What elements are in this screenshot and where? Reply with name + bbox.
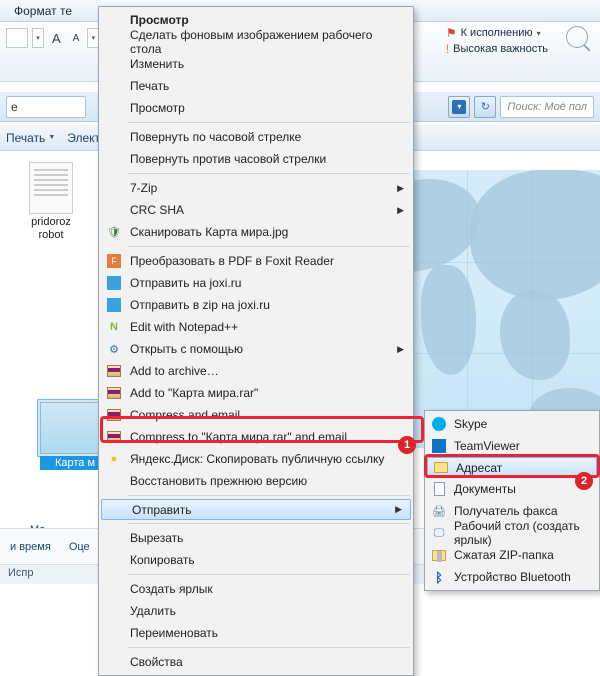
map-preview <box>401 170 600 448</box>
ctx-7zip[interactable]: 7-Zip▶ <box>100 177 412 199</box>
ctx-restore[interactable]: Восстановить прежнюю версию <box>100 470 412 492</box>
menu-format-text[interactable]: Формат те <box>6 2 80 20</box>
ctx-add-rar[interactable]: Add to "Карта мира.rar" <box>100 382 412 404</box>
sendto-teamviewer[interactable]: TeamViewer <box>426 435 598 457</box>
annotation-badge-1: 1 <box>398 436 416 454</box>
foxit-icon: F <box>106 253 122 269</box>
font-selector[interactable] <box>6 28 28 48</box>
desktop-icon: 🖵 <box>431 525 447 541</box>
ctx-shortcut[interactable]: Создать ярлык <box>100 578 412 600</box>
sendto-bluetooth[interactable]: ᛒУстройство Bluetooth <box>426 566 598 588</box>
notepadpp-icon: N <box>106 319 122 335</box>
sendto-submenu: Skype TeamViewer Адресат Документы 🖨Полу… <box>424 410 600 591</box>
ctx-crc[interactable]: CRC SHA▶ <box>100 199 412 221</box>
ctx-add-archive[interactable]: Add to archive… <box>100 360 412 382</box>
ctx-compress-rar-email[interactable]: Compress to "Карта мира.rar" and email <box>100 426 412 448</box>
bluetooth-icon: ᛒ <box>431 569 447 585</box>
toolbar-print[interactable]: Печать ▼ <box>6 131 55 145</box>
search-input[interactable]: Поиск: Моё пол <box>500 96 594 118</box>
importance-icon: ! <box>446 42 449 56</box>
ctx-delete[interactable]: Удалить <box>100 600 412 622</box>
ctx-scan[interactable]: 🛡Сканировать Карта мира.jpg <box>100 221 412 243</box>
ctx-openwith[interactable]: ⚙Открыть с помощью▶ <box>100 338 412 360</box>
winrar-icon <box>106 385 122 401</box>
shield-icon: 🛡 <box>106 224 122 240</box>
submenu-arrow-icon: ▶ <box>397 183 404 194</box>
ctx-compress-email[interactable]: Compress and email… <box>100 404 412 426</box>
joxi-icon <box>106 297 122 313</box>
ctx-rename[interactable]: Переименовать <box>100 622 412 644</box>
breadcrumb[interactable]: е <box>6 96 86 118</box>
context-menu: Просмотр Сделать фоновым изображением ра… <box>98 6 414 676</box>
gear-icon: ⚙ <box>106 341 122 357</box>
ctx-rotate-cw[interactable]: Повернуть по часовой стрелке <box>100 126 412 148</box>
submenu-arrow-icon: ▶ <box>397 344 404 355</box>
documents-icon <box>431 481 447 497</box>
file-label-doc: pridorozrobot <box>6 216 96 242</box>
annotation-badge-2: 2 <box>575 472 593 490</box>
ctx-joxi[interactable]: Отправить на joxi.ru <box>100 272 412 294</box>
ctx-foxit[interactable]: FПреобразовать в PDF в Foxit Reader <box>100 250 412 272</box>
sendto-zip[interactable]: Сжатая ZIP-папка <box>426 544 598 566</box>
font-dropdown[interactable]: ▾ <box>32 28 44 48</box>
ctx-print[interactable]: Печать <box>100 75 412 97</box>
ctx-edit[interactable]: Изменить <box>100 53 412 75</box>
teamviewer-icon <box>431 438 447 454</box>
high-importance[interactable]: !Высокая важность <box>446 42 548 56</box>
ctx-rotate-ccw[interactable]: Повернуть против часовой стрелки <box>100 148 412 170</box>
sendto-recipient[interactable]: Адресат <box>427 457 597 478</box>
font-size-decrease[interactable]: A <box>69 33 84 44</box>
mail-recipient-icon <box>433 460 449 476</box>
ctx-send-to[interactable]: Отправить▶ <box>101 499 411 520</box>
joxi-icon <box>106 275 122 291</box>
toolbar-email[interactable]: Элект <box>67 131 100 145</box>
flag-icon: ⚑ <box>446 26 457 40</box>
file-thumb-doc[interactable] <box>29 162 73 214</box>
sendto-skype[interactable]: Skype <box>426 413 598 435</box>
submenu-arrow-icon: ▶ <box>395 504 402 515</box>
yandex-disk-icon: ● <box>106 451 122 467</box>
font-size-increase[interactable]: A <box>48 31 65 46</box>
winrar-icon <box>106 363 122 379</box>
winrar-icon <box>106 407 122 423</box>
history-dropdown[interactable]: ▾ <box>448 96 470 118</box>
followup-flag[interactable]: ⚑К исполнению▾ <box>446 26 548 40</box>
ctx-notepadpp[interactable]: NEdit with Notepad++ <box>100 316 412 338</box>
fax-icon: 🖨 <box>431 503 447 519</box>
ctx-cut[interactable]: Вырезать <box>100 527 412 549</box>
ctx-yandex[interactable]: ●Яндекс.Диск: Скопировать публичную ссыл… <box>100 448 412 470</box>
ctx-properties[interactable]: Свойства <box>100 651 412 673</box>
skype-icon <box>431 416 447 432</box>
winrar-icon <box>106 429 122 445</box>
sendto-desktop[interactable]: 🖵Рабочий стол (создать ярлык) <box>426 522 598 544</box>
ctx-wallpaper[interactable]: Сделать фоновым изображением рабочего ст… <box>100 31 412 53</box>
zip-folder-icon <box>431 547 447 563</box>
ctx-view2[interactable]: Просмотр <box>100 97 412 119</box>
detail-date-label: и время <box>10 541 51 553</box>
refresh-button[interactable]: ↻ <box>474 96 496 118</box>
detail-rating-label: Оце <box>69 541 90 553</box>
sendto-documents[interactable]: Документы <box>426 478 598 500</box>
ctx-joxi-zip[interactable]: Отправить в zip на joxi.ru <box>100 294 412 316</box>
submenu-arrow-icon: ▶ <box>397 205 404 216</box>
zoom-icon[interactable] <box>566 26 588 48</box>
ctx-copy[interactable]: Копировать <box>100 549 412 571</box>
selected-file-thumb <box>40 402 106 454</box>
